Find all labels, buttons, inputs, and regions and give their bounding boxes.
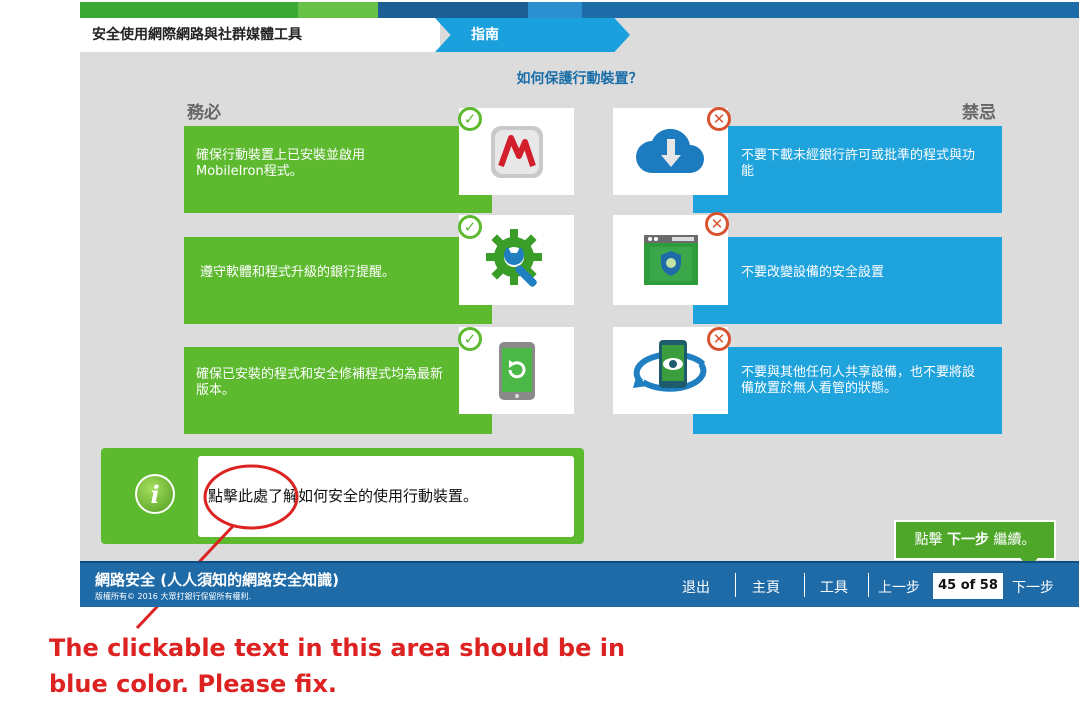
annotation-line-1: The clickable text in this area should b… [49,634,626,662]
nav-separator [735,573,736,597]
tooltip-text-pre: 點擊 [914,532,943,548]
nav-tools[interactable]: 工具 [820,577,848,597]
footer-title: 網路安全 (人人須知的網路安全知識) [95,571,339,589]
annotation-line-2: blue color. Please fix. [49,670,338,698]
nav-separator [804,573,805,597]
nav-exit[interactable]: 退出 [682,577,710,597]
screenshot-stage: 安全使用網際網路與社群媒體工具 指南 如何保護行動裝置？ 務必 禁忌 確保行動裝… [0,0,1092,712]
footer-bar: 網路安全 (人人須知的網路安全知識) 版權所有© 2016 大眾打銀行保留所有權… [80,561,1079,607]
page-counter: 45 of 58 [933,573,1003,599]
footer-copyright: 版權所有© 2016 大眾打銀行保留所有權利. [95,592,251,601]
nav-separator [868,573,869,597]
next-step-tooltip: 點擊 下一步 繼續。 [894,520,1056,560]
nav-home[interactable]: 主頁 [752,577,780,597]
tooltip-text-post: 繼續。 [993,532,1036,548]
nav-prev[interactable]: 上一步 [878,577,920,597]
tooltip-text-bold: 下一步 [947,532,989,548]
nav-next[interactable]: 下一步 [1012,577,1054,597]
annotation-ellipse [203,464,299,530]
annotation-text: The clickable text in this area should b… [49,630,625,702]
